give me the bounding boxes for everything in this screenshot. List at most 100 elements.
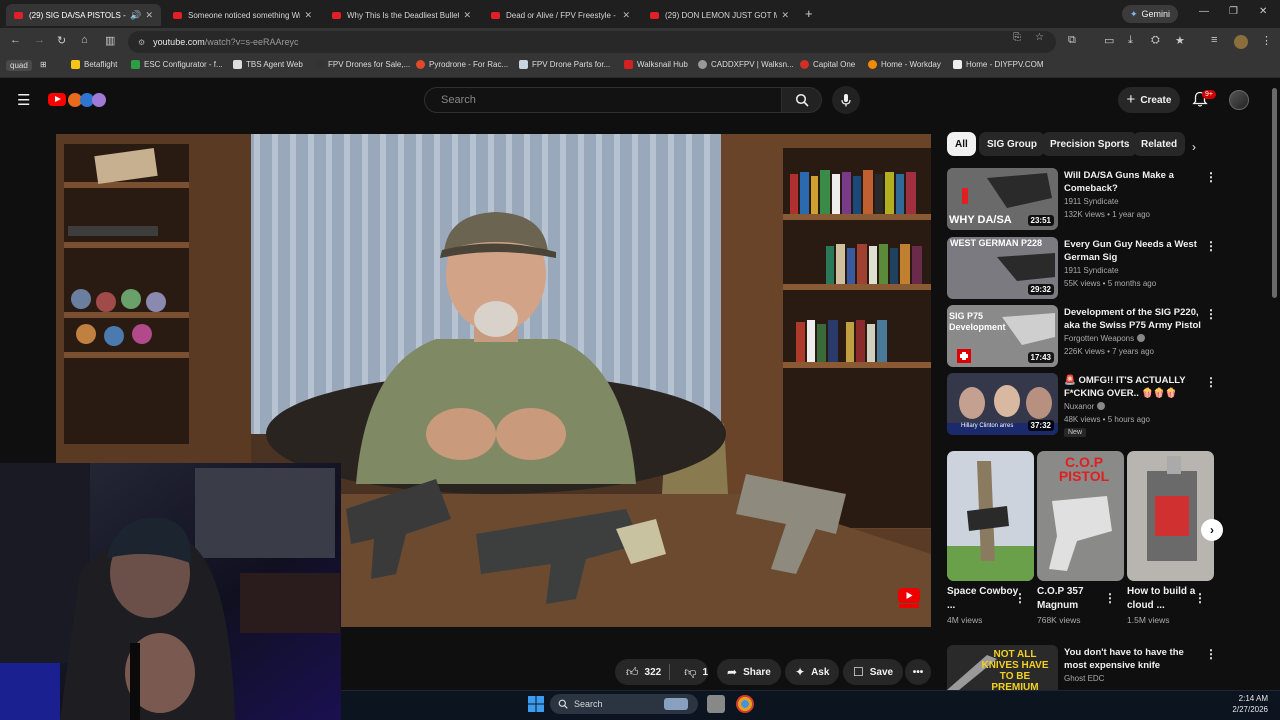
dislike-button[interactable]: 👎︎ 1 <box>676 665 708 680</box>
profile-avatar[interactable] <box>1234 35 1248 49</box>
channel-name[interactable]: Ghost EDC <box>1064 674 1104 683</box>
bookmark-diyfpv[interactable]: Home - DIYFPV.COM <box>953 60 1044 69</box>
short-title[interactable]: How to build a cloud ... <box>1127 585 1203 613</box>
subscribe-watermark-icon[interactable] <box>897 587 921 609</box>
chip-related[interactable]: Related <box>1133 132 1185 156</box>
speaker-icon[interactable]: 🔊 <box>130 10 141 21</box>
taskbar-search[interactable]: Search <box>550 694 698 714</box>
youtube-logo[interactable] <box>48 92 114 108</box>
short-thumbnail[interactable] <box>1127 451 1214 581</box>
more-vertical-icon[interactable]: ⋮ <box>1205 239 1217 253</box>
tab-deadliest-bullet[interactable]: Why This Is the Deadliest Bullet ✕ <box>324 4 479 26</box>
download-icon[interactable]: ⤓ <box>1128 34 1133 47</box>
like-button[interactable]: 👍︎ 322 <box>615 665 663 680</box>
shorts-next-icon[interactable]: › <box>1201 519 1223 541</box>
more-vertical-icon[interactable]: ⋮ <box>1205 307 1217 321</box>
share-button[interactable]: ➦ Share <box>717 659 781 685</box>
sidepanel-icon[interactable]: ▥ <box>105 34 115 47</box>
account-avatar[interactable] <box>1229 90 1249 110</box>
menu-icon[interactable]: ☰ <box>17 91 30 109</box>
minimize-icon[interactable]: — <box>1199 6 1209 17</box>
forward-icon[interactable]: → <box>34 34 45 46</box>
save-button[interactable]: ☐ Save <box>843 659 904 685</box>
recommendation-item[interactable]: NOT ALL KNIVES HAVE TO BE PREMIUM You do… <box>947 645 1227 690</box>
install-app-icon[interactable]: ⎘ <box>1013 32 1021 43</box>
site-info-icon[interactable]: ⚙ <box>138 38 145 47</box>
cast-icon[interactable]: ▭ <box>1104 34 1114 47</box>
new-tab-button[interactable]: + <box>805 6 813 21</box>
bookmark-capital-one[interactable]: Capital One <box>800 60 855 69</box>
bookmark-folder-quad[interactable]: quad <box>6 60 32 71</box>
close-tab-icon[interactable]: ✕ <box>463 10 471 21</box>
bookmark-esc-configurator[interactable]: ESC Configurator - f... <box>131 60 223 69</box>
tab-dead-or-alive[interactable]: Dead or Alive / FPV Freestyle - ✕ <box>483 4 638 26</box>
video-thumbnail[interactable]: WEST GERMAN P228 29:32 <box>947 237 1058 299</box>
bookmark-walksnail-hub[interactable]: Walksnail Hub <box>624 60 688 69</box>
short-item[interactable]: C.O.P PISTOL C.O.P 357 Magnum 768K views… <box>1037 451 1124 625</box>
more-vertical-icon[interactable]: ⋮ <box>1205 170 1217 184</box>
more-vertical-icon[interactable]: ⋮ <box>1104 591 1116 605</box>
windows-start-icon[interactable] <box>528 696 544 712</box>
back-icon[interactable]: ← <box>10 34 21 46</box>
recommendation-item[interactable]: SIG P75 Development 17:43 Development of… <box>947 305 1227 367</box>
bookmark-fpv-drones[interactable]: FPV Drones for Sale,... <box>315 60 410 69</box>
short-item[interactable]: Space Cowboy ... 4M views ⋮ <box>947 451 1034 625</box>
bookmark-tbs-agent-web[interactable]: TBS Agent Web <box>233 60 303 69</box>
close-window-icon[interactable]: ✕ <box>1259 6 1267 17</box>
chip-sig-group[interactable]: SIG Group <box>979 132 1045 156</box>
more-vertical-icon[interactable]: ⋮ <box>1194 591 1206 605</box>
recommendation-item[interactable]: WEST GERMAN P228 29:32 Every Gun Guy Nee… <box>947 237 1227 299</box>
chip-precision-sports[interactable]: Precision Sports <box>1042 132 1138 156</box>
tab-don-lemon[interactable]: (29) DON LEMON JUST GOT MA ✕ <box>642 4 797 26</box>
video-title[interactable]: Will DA/SA Guns Make a Comeback? <box>1064 169 1204 195</box>
browser-menu-icon[interactable]: ⋮ <box>1261 34 1272 47</box>
chrome-taskbar-icon[interactable] <box>736 695 754 713</box>
reading-list-icon[interactable]: ≡ <box>1211 34 1217 46</box>
bookmark-caddxfpv[interactable]: CADDXFPV | Walksn... <box>698 60 794 69</box>
bookmark-star-icon[interactable]: ☆ <box>1035 32 1044 43</box>
video-thumbnail[interactable]: WHY DA/SA 23:51 <box>947 168 1058 230</box>
video-thumbnail[interactable]: SIG P75 Development 17:43 <box>947 305 1058 367</box>
short-thumbnail[interactable]: C.O.P PISTOL <box>1037 451 1124 581</box>
close-tab-icon[interactable]: ✕ <box>781 10 789 21</box>
close-tab-icon[interactable]: ✕ <box>145 10 153 21</box>
more-vertical-icon[interactable]: ⋮ <box>1014 591 1026 605</box>
channel-name[interactable]: Forgotten Weapons <box>1064 334 1146 343</box>
home-icon[interactable]: ⌂ <box>81 34 88 46</box>
close-tab-icon[interactable]: ✕ <box>304 10 312 21</box>
short-thumbnail[interactable] <box>947 451 1034 581</box>
more-vertical-icon[interactable]: ⋮ <box>1205 647 1217 661</box>
address-bar[interactable]: ⚙ youtube.com/watch?v=s-eeRAAreyc <box>128 31 1056 53</box>
apps-grid-icon[interactable]: ⊞ <box>40 60 47 69</box>
short-item[interactable]: How to build a cloud ... 1.5M views ⋮ <box>1127 451 1214 625</box>
short-title[interactable]: C.O.P 357 Magnum <box>1037 585 1113 613</box>
chip-all[interactable]: All <box>947 132 976 156</box>
channel-name[interactable]: 1911 Syndicate <box>1064 266 1119 275</box>
tab-someone-noticed[interactable]: Someone noticed something Wro ✕ <box>165 4 320 26</box>
channel-name[interactable]: 1911 Syndicate <box>1064 197 1119 206</box>
create-button[interactable]: + Create <box>1118 87 1180 113</box>
tab-sig-dasa-pistols[interactable]: (29) SIG DA/SA PISTOLS - YouTube 🔊 ✕ <box>6 4 161 26</box>
short-title[interactable]: Space Cowboy ... <box>947 585 1023 613</box>
channel-name[interactable]: Nuxanor <box>1064 402 1106 411</box>
video-thumbnail[interactable]: Hillary Clinton arres 37:32 <box>947 373 1058 435</box>
more-vertical-icon[interactable]: ⋮ <box>1205 375 1217 389</box>
recommendation-item[interactable]: WHY DA/SA 23:51 Will DA/SA Guns Make a C… <box>947 168 1227 230</box>
translate-icon[interactable]: ⛭ <box>1151 34 1160 47</box>
bookmark-betaflight[interactable]: Betaflight <box>71 60 117 69</box>
voice-search-button[interactable] <box>832 86 860 114</box>
bookmark-workday[interactable]: Home - Workday <box>868 60 941 69</box>
video-title[interactable]: You don't have to have the most expensiv… <box>1064 646 1204 672</box>
page-scrollbar[interactable] <box>1272 88 1277 298</box>
search-button[interactable] <box>782 87 822 113</box>
chips-next-icon[interactable]: › <box>1192 140 1196 154</box>
bookmark-pyrodrone[interactable]: Pyrodrone - For Rac... <box>416 60 508 69</box>
system-clock[interactable]: 2:14 AM 2/27/2026 <box>1222 693 1268 715</box>
recommendation-item[interactable]: Hillary Clinton arres 37:32 🚨 OMFG!! IT'… <box>947 373 1227 443</box>
extensions-icon[interactable]: ⧉ <box>1068 34 1076 47</box>
video-title[interactable]: Every Gun Guy Needs a West German Sig <box>1064 238 1204 264</box>
video-title[interactable]: Development of the SIG P220, aka the Swi… <box>1064 306 1204 332</box>
ask-button[interactable]: ✦ Ask <box>785 659 840 685</box>
bookmark-fpv-drone-parts[interactable]: FPV Drone Parts for... <box>519 60 610 69</box>
bookmarks-manager-icon[interactable]: ★ <box>1175 34 1185 47</box>
